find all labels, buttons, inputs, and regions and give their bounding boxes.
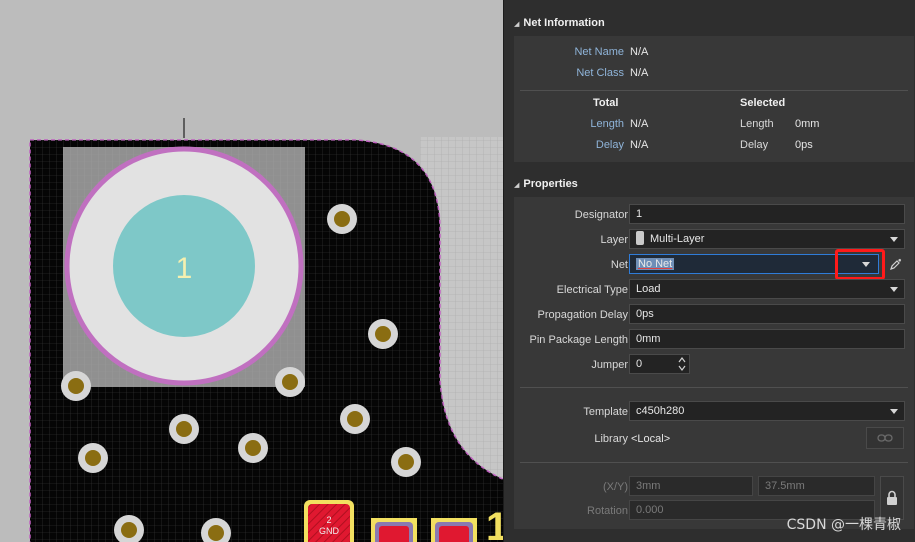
pcb-canvas[interactable]: 1 2 GND 1 [0, 0, 503, 542]
smd-pad-3 [371, 518, 417, 542]
net-label: Net [610, 259, 628, 271]
via [169, 414, 199, 444]
triangle-icon[interactable]: ◢ [514, 182, 519, 189]
designator-input[interactable]: 1 [629, 204, 905, 224]
smd-pad-2: 2 GND [304, 500, 354, 542]
propagation-delay-label: Propagation Delay [537, 309, 628, 321]
total-header: Total [593, 97, 619, 109]
template-select[interactable]: c450h280 [629, 401, 905, 421]
electrical-type-label: Electrical Type [556, 284, 628, 296]
chevron-down-icon [890, 287, 898, 292]
layer-label: Layer [600, 234, 628, 246]
total-delay-label: Delay [595, 139, 624, 151]
pad-2-net: GND [319, 526, 340, 536]
selected-delay-label: Delay [740, 139, 769, 151]
library-label: Library [594, 433, 628, 445]
pin-package-length-input[interactable]: 0mm [629, 329, 905, 349]
jumper-value: 0 [636, 358, 643, 370]
properties-body: Designator 1 Layer Multi-Layer Net No Ne… [514, 197, 914, 529]
net-class-label: Net Class [576, 67, 624, 79]
total-length-value: N/A [630, 118, 649, 130]
pcb-drawing: 1 2 GND 1 [29, 118, 503, 542]
selected-length-label: Length [740, 118, 774, 130]
highlight-box [835, 249, 885, 280]
total-length-label: Length [590, 118, 624, 130]
via [368, 319, 398, 349]
library-value: <Local> [631, 433, 671, 445]
designator-value: 1 [636, 208, 643, 220]
pin-package-length-label: Pin Package Length [529, 334, 628, 346]
properties-panel: ◢ Net Information Net Name N/A Net Class … [503, 0, 915, 542]
pad-2-number: 2 [326, 515, 331, 525]
designator-label: Designator [574, 209, 628, 221]
smd-pad-4 [431, 518, 477, 542]
layer-value: Multi-Layer [650, 233, 705, 245]
rotation-label: Rotation [587, 505, 628, 517]
watermark: CSDN @一棵青椒 [786, 517, 901, 533]
net-value: No Net [636, 258, 675, 270]
eyedropper-icon[interactable] [886, 254, 906, 274]
via [61, 371, 91, 401]
jumper-stepper[interactable]: 0 [629, 354, 690, 374]
via [391, 447, 421, 477]
propagation-delay-input[interactable]: 0ps [629, 304, 905, 324]
y-value: 37.5mm [765, 480, 805, 492]
via [340, 404, 370, 434]
rotation-value: 0.000 [636, 504, 664, 516]
pad-1-designator: 1 [176, 252, 193, 285]
properties-header[interactable]: ◢ Properties [504, 174, 915, 194]
layer-select[interactable]: Multi-Layer [629, 229, 905, 249]
x-value: 3mm [636, 480, 661, 492]
electrical-type-select[interactable]: Load [629, 279, 905, 299]
x-input[interactable]: 3mm [629, 476, 753, 496]
silkscreen-label: 1 [486, 505, 503, 542]
layer-color-swatch [636, 231, 644, 246]
via [275, 367, 305, 397]
jumper-label: Jumper [591, 359, 628, 371]
divider [520, 462, 908, 463]
via [238, 433, 268, 463]
properties-title: Properties [523, 178, 578, 190]
template-value: c450h280 [636, 405, 685, 417]
chevron-down-icon [890, 237, 898, 242]
via [327, 204, 357, 234]
divider [520, 387, 908, 388]
spinner-arrows-icon[interactable] [675, 354, 689, 374]
via [78, 443, 108, 473]
net-info-header[interactable]: ◢ Net Information [504, 13, 915, 33]
net-info-body: Net Name N/A Net Class N/A Total Selecte… [514, 36, 914, 162]
triangle-icon[interactable]: ◢ [514, 21, 519, 28]
net-info-title: Net Information [523, 17, 605, 29]
selected-header: Selected [740, 97, 786, 109]
total-delay-value: N/A [630, 139, 649, 151]
propagation-delay-value: 0ps [636, 308, 654, 320]
chevron-down-icon [890, 409, 898, 414]
link-icon[interactable] [866, 427, 904, 449]
pin-package-length-value: 0mm [636, 333, 661, 345]
net-class-value: N/A [630, 67, 649, 79]
net-name-label: Net Name [574, 46, 624, 58]
electrical-type-value: Load [636, 283, 661, 295]
xy-label: (X/Y) [602, 481, 628, 493]
y-input[interactable]: 37.5mm [758, 476, 875, 496]
selected-delay-value: 0ps [795, 139, 813, 151]
selected-length-value: 0mm [795, 118, 820, 130]
divider [520, 90, 908, 91]
template-label: Template [583, 406, 628, 418]
net-name-value: N/A [630, 46, 649, 58]
